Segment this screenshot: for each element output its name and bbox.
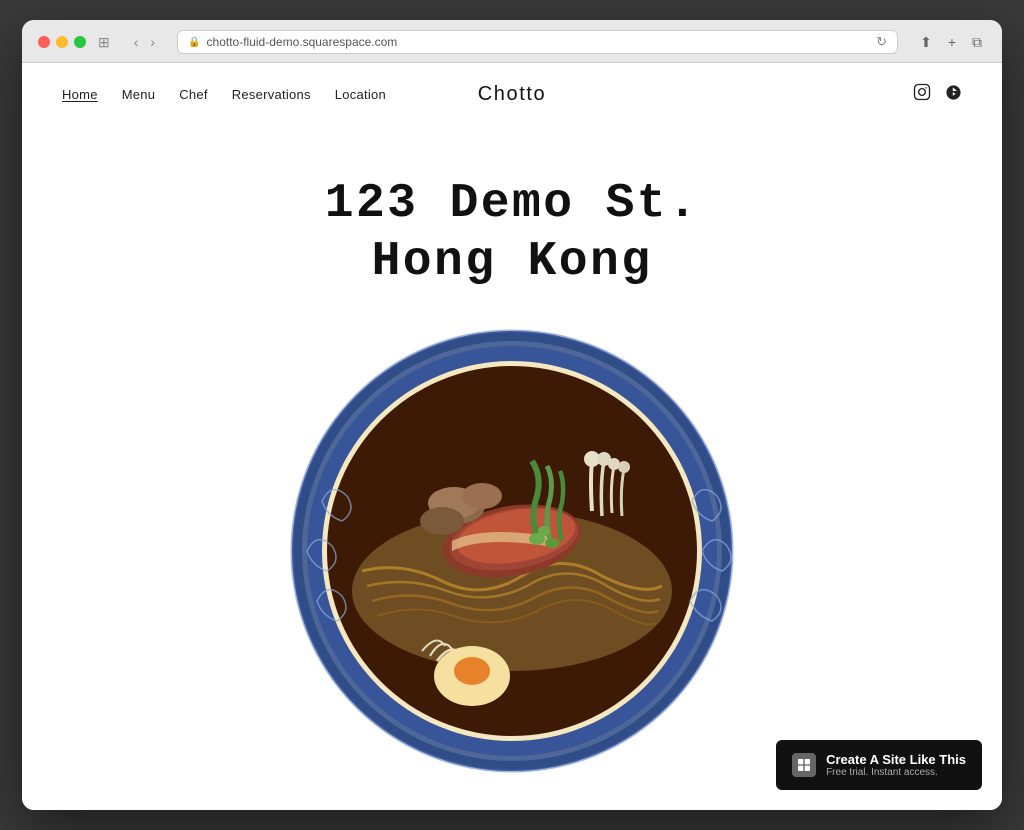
maximize-button[interactable] bbox=[74, 36, 86, 48]
browser-chrome: ⊞ ‹ › 🔒 chotto-fluid-demo.squarespace.co… bbox=[22, 20, 1002, 63]
hero-text: 123 Demo St. Hong Kong bbox=[325, 126, 699, 321]
sidebar-toggle-button[interactable]: ⊞ bbox=[94, 32, 114, 53]
hero-headline: 123 Demo St. Hong Kong bbox=[325, 176, 699, 291]
website-content: Home Menu Chef Reservations Location Cho… bbox=[22, 63, 1002, 810]
nav-links: Home Menu Chef Reservations Location bbox=[62, 87, 386, 102]
squarespace-logo bbox=[792, 753, 816, 777]
site-nav: Home Menu Chef Reservations Location Cho… bbox=[22, 63, 1002, 126]
nav-social bbox=[913, 83, 962, 106]
squarespace-main-text: Create A Site Like This bbox=[826, 752, 966, 767]
hero-line1: 123 Demo St. bbox=[325, 177, 699, 231]
browser-actions: ⬆ + ⧉ bbox=[916, 32, 986, 53]
traffic-lights bbox=[38, 36, 86, 48]
squarespace-sub-text: Free trial. Instant access. bbox=[826, 767, 966, 778]
browser-window: ⊞ ‹ › 🔒 chotto-fluid-demo.squarespace.co… bbox=[22, 20, 1002, 810]
hero-line2: Hong Kong bbox=[372, 235, 653, 289]
share-button[interactable]: ⬆ bbox=[916, 32, 936, 53]
close-button[interactable] bbox=[38, 36, 50, 48]
lock-icon: 🔒 bbox=[188, 37, 200, 48]
new-tab-button[interactable]: + bbox=[944, 32, 960, 52]
hero-section: 123 Demo St. Hong Kong bbox=[22, 126, 1002, 810]
ramen-bowl-image bbox=[282, 321, 742, 781]
browser-nav: ‹ › bbox=[130, 32, 159, 52]
site-title: Chotto bbox=[478, 83, 547, 106]
nav-chef[interactable]: Chef bbox=[179, 87, 208, 102]
back-button[interactable]: ‹ bbox=[130, 32, 143, 52]
minimize-button[interactable] bbox=[56, 36, 68, 48]
yelp-icon[interactable] bbox=[945, 84, 962, 106]
forward-button[interactable]: › bbox=[146, 32, 159, 52]
address-bar[interactable]: 🔒 chotto-fluid-demo.squarespace.com ↻ bbox=[177, 30, 898, 54]
tabs-button[interactable]: ⧉ bbox=[968, 32, 986, 53]
instagram-icon[interactable] bbox=[913, 83, 931, 106]
squarespace-text-block: Create A Site Like This Free trial. Inst… bbox=[826, 752, 966, 778]
nav-location[interactable]: Location bbox=[335, 87, 386, 102]
nav-home[interactable]: Home bbox=[62, 87, 98, 102]
nav-reservations[interactable]: Reservations bbox=[232, 87, 311, 102]
url-text: chotto-fluid-demo.squarespace.com bbox=[207, 35, 398, 49]
squarespace-banner[interactable]: Create A Site Like This Free trial. Inst… bbox=[776, 740, 982, 790]
nav-menu[interactable]: Menu bbox=[122, 87, 156, 102]
reload-button[interactable]: ↻ bbox=[876, 34, 887, 50]
